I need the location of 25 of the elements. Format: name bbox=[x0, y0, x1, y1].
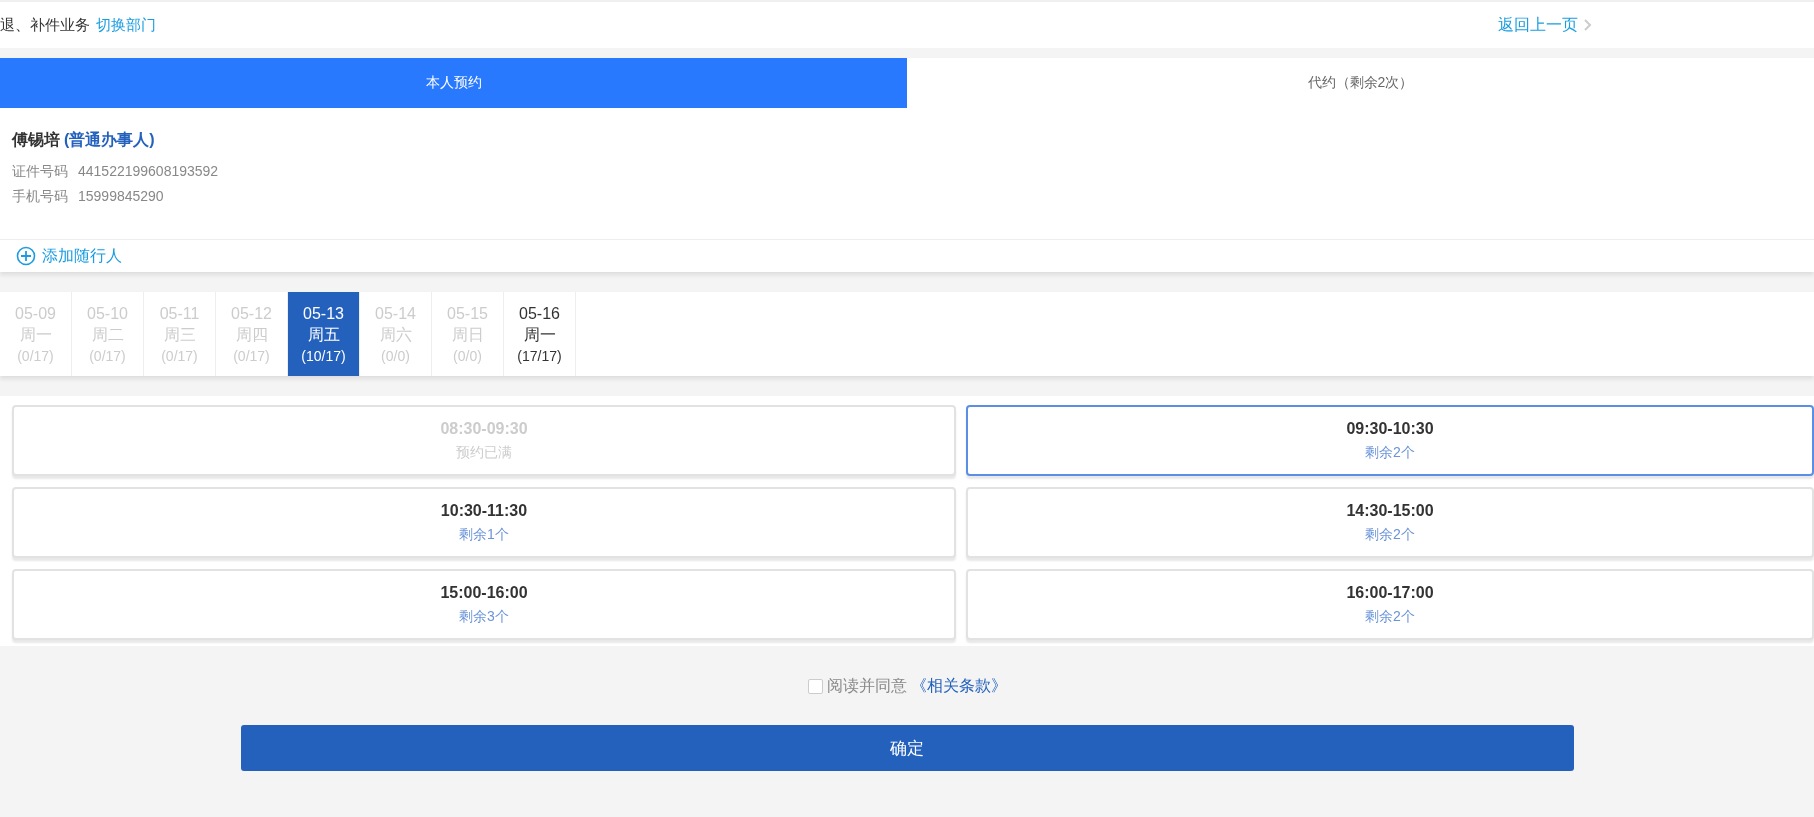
applicant-role: (普通办事人) bbox=[64, 130, 155, 150]
confirm-button[interactable]: 确定 bbox=[240, 725, 1574, 771]
chevron-right-icon bbox=[1584, 19, 1592, 31]
add-companion-link[interactable]: 添加随行人 bbox=[0, 240, 1814, 272]
tab[interactable]: 本人预约 bbox=[0, 58, 907, 108]
date-tab[interactable]: 05-13 周五 (10/17) bbox=[288, 292, 360, 376]
page-title: 退、补件业务 bbox=[0, 15, 90, 35]
field-label: 证件号码 bbox=[12, 162, 68, 181]
tab[interactable]: 代约（剩余2次） bbox=[907, 58, 1814, 108]
terms-link[interactable]: 《相关条款》 bbox=[910, 676, 1007, 697]
plus-circle-icon bbox=[16, 246, 36, 266]
time-slot-button[interactable]: 09:30-10:30 剩余2个 bbox=[966, 405, 1814, 476]
back-link[interactable]: 返回上一页 bbox=[1498, 14, 1592, 36]
switch-department-link[interactable]: 切换部门 bbox=[96, 15, 156, 35]
field-value: 15999845290 bbox=[78, 187, 164, 206]
field-value: 441522199608193592 bbox=[78, 162, 219, 181]
time-slot-button[interactable]: 14:30-15:00 剩余2个 bbox=[966, 487, 1814, 558]
date-tab[interactable]: 05-16 周一 (17/17) bbox=[504, 292, 576, 376]
applicant-name: 傅锡培 bbox=[12, 130, 60, 150]
time-slot-button[interactable]: 10:30-11:30 剩余1个 bbox=[12, 487, 956, 558]
agreement-text: 阅读并同意 bbox=[826, 676, 907, 696]
field-label: 手机号码 bbox=[12, 187, 68, 206]
time-slot-button[interactable]: 15:00-16:00 剩余3个 bbox=[12, 569, 956, 640]
agreement-checkbox[interactable] bbox=[807, 679, 823, 694]
time-slot-button[interactable]: 16:00-17:00 剩余2个 bbox=[966, 569, 1814, 640]
